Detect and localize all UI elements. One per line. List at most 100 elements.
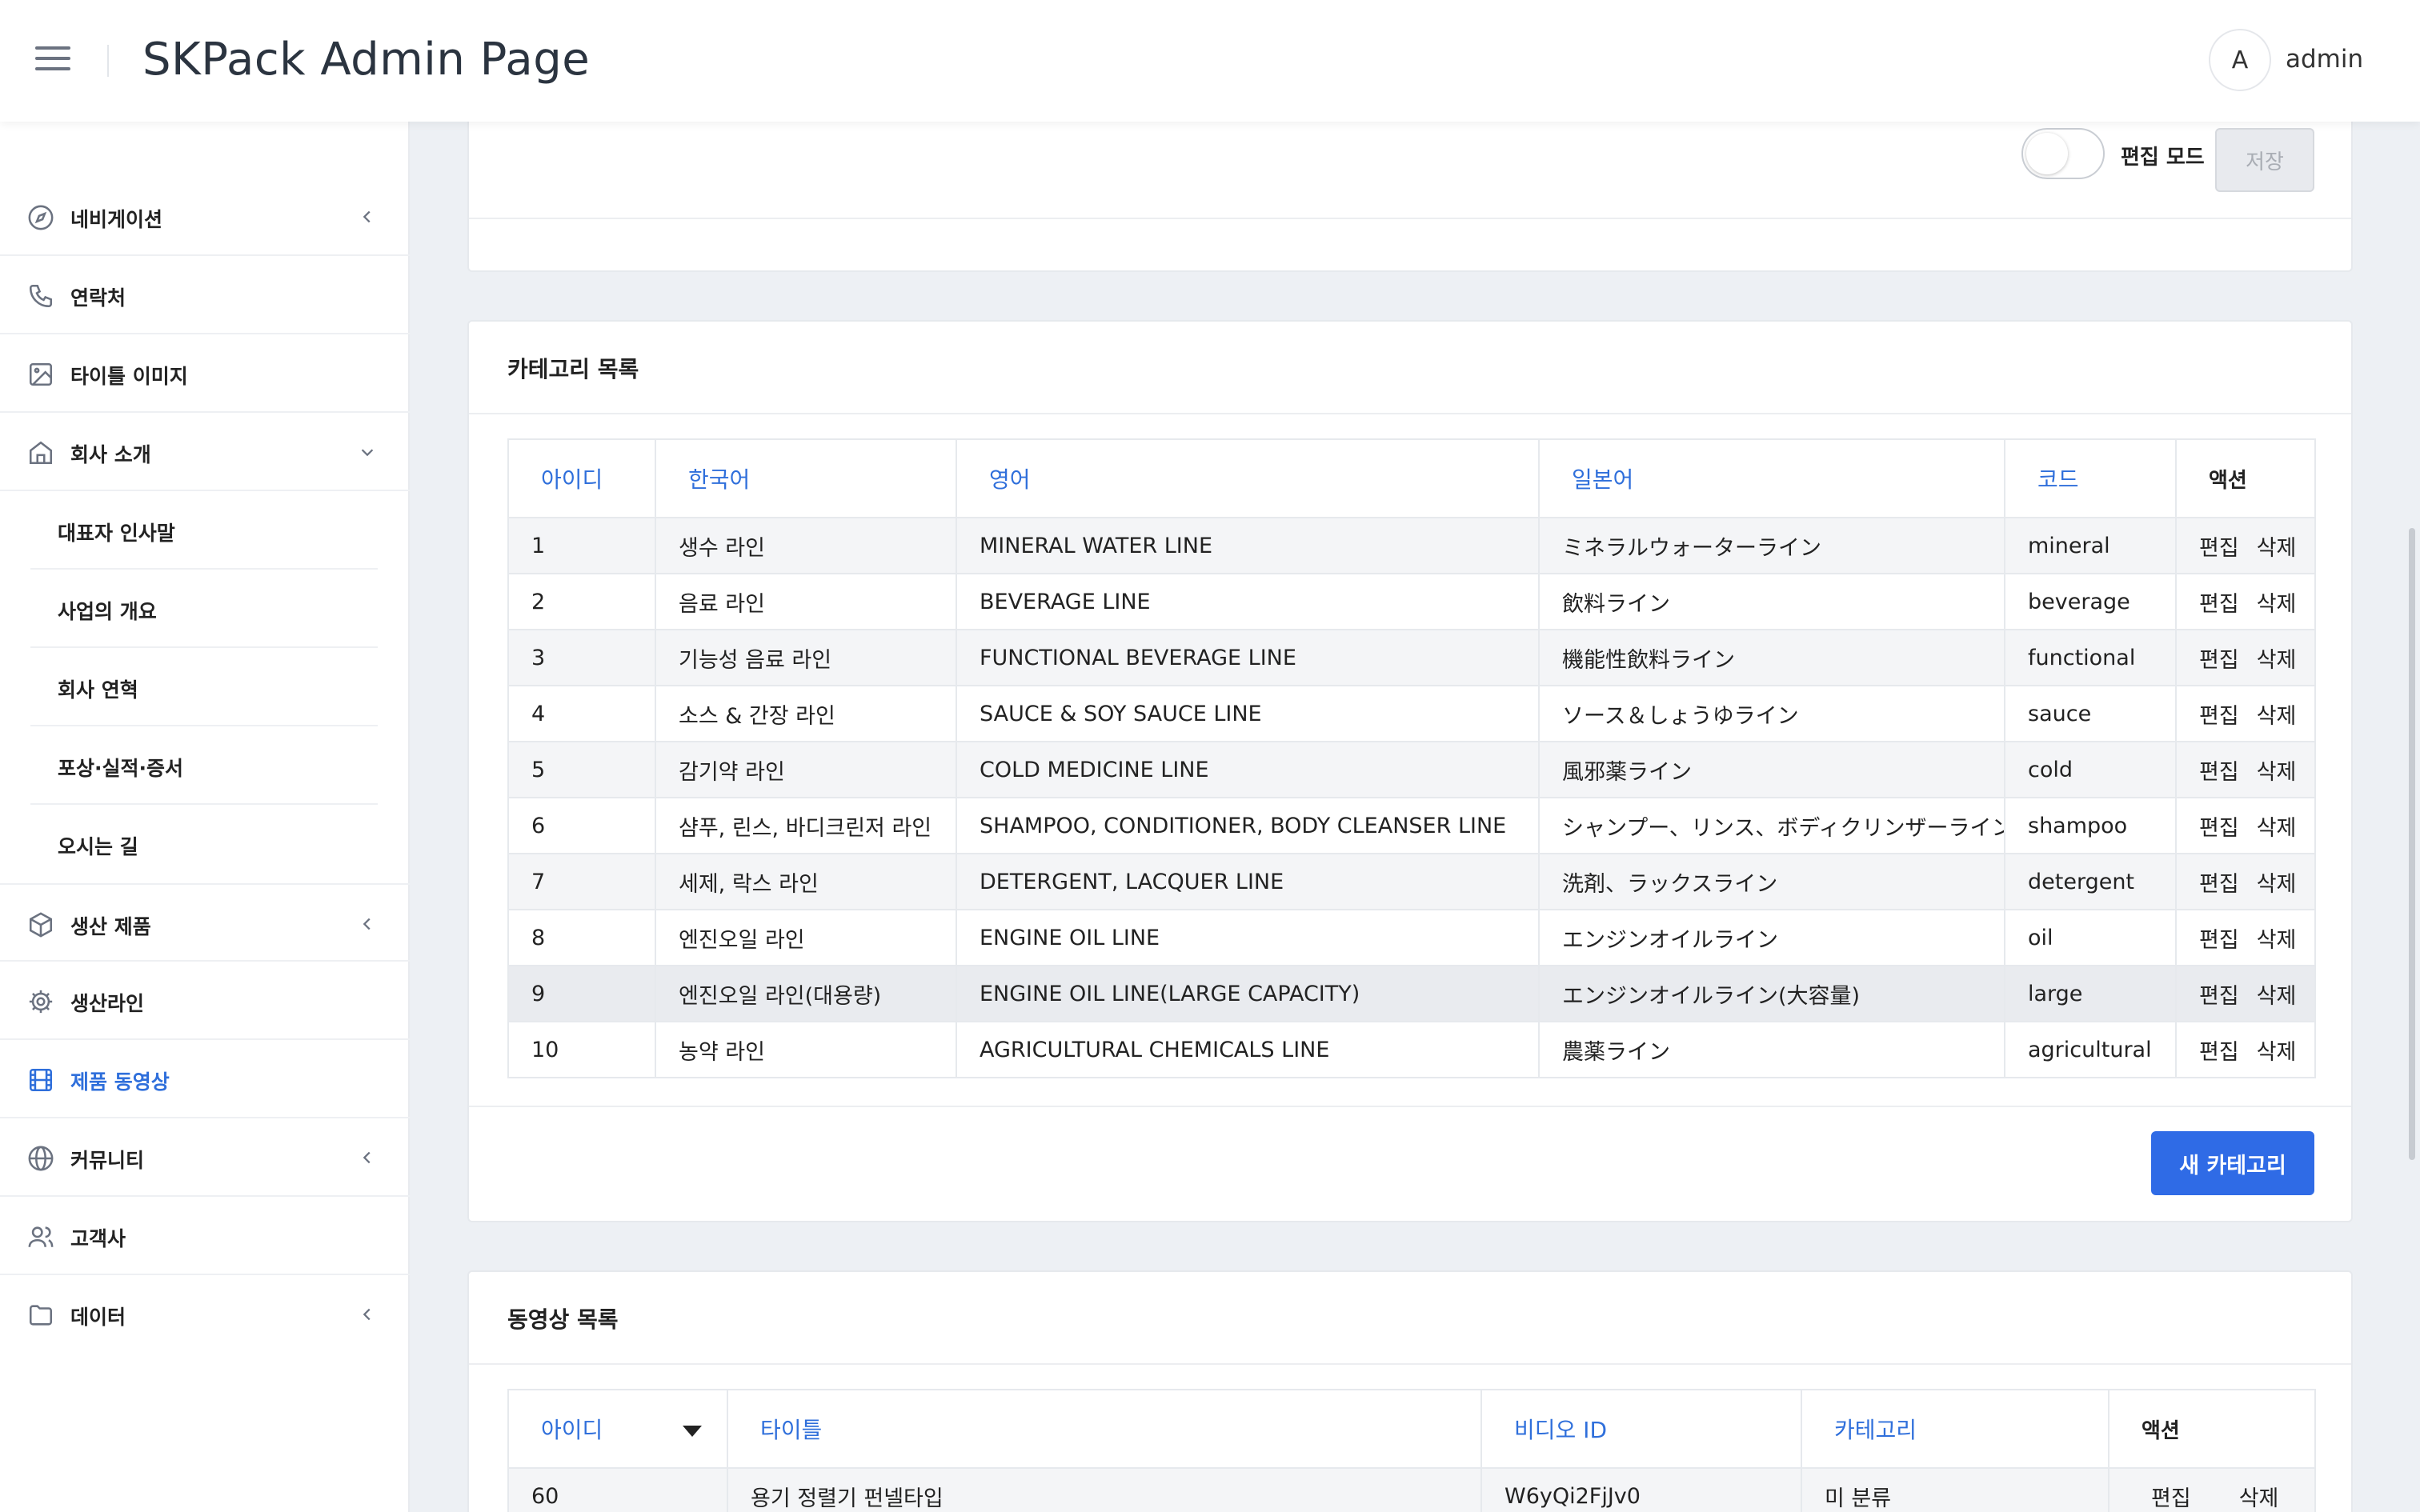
sidebar-item-label: 네비게이션 <box>70 208 163 231</box>
column-header-category[interactable]: 카테고리 <box>1801 1389 2109 1469</box>
edit-link[interactable]: 편집 <box>2199 984 2239 1009</box>
edit-link[interactable]: 편집 <box>2199 872 2239 897</box>
delete-link[interactable]: 삭제 <box>2239 1486 2279 1511</box>
sidebar-item-contact[interactable]: 연락처 <box>0 256 410 334</box>
edit-link[interactable]: 편집 <box>2199 536 2239 561</box>
sidebar-subitem-business-overview[interactable]: 사업의 개요 <box>30 570 378 648</box>
column-header-actions: 액션 <box>2175 438 2316 518</box>
delete-link[interactable]: 삭제 <box>2257 592 2297 617</box>
cell-japanese: エンジンオイルライン <box>1538 910 2005 966</box>
sidebar-item-product-videos[interactable]: 제품 동영상 <box>0 1040 410 1118</box>
cell-actions: 편집 삭제 <box>2108 1468 2316 1512</box>
sidebar-item-production-line[interactable]: 생산라인 <box>0 962 410 1040</box>
sidebar-subitem-ceo-greeting[interactable]: 대표자 인사말 <box>30 491 378 570</box>
sidebar-item-data[interactable]: 데이터 <box>0 1275 410 1354</box>
sidebar-item-navigation[interactable]: 네비게이션 <box>0 178 410 256</box>
cell-category: 미 분류 <box>1801 1468 2109 1512</box>
cell-japanese: ミネラルウォーターライン <box>1538 518 2005 574</box>
edit-link[interactable]: 편집 <box>2199 592 2239 617</box>
edit-mode-toggle[interactable] <box>2021 128 2105 179</box>
cell-actions: 편집 삭제 <box>2175 630 2316 686</box>
column-header-id[interactable]: 아이디 <box>507 438 656 518</box>
gear-icon <box>29 990 53 1014</box>
chevron-down-icon <box>361 449 374 457</box>
cell-title: 용기 정렬기 펀넬타입 <box>727 1468 1482 1512</box>
divider <box>469 1106 2351 1107</box>
compass-icon <box>28 205 54 230</box>
column-header-english[interactable]: 영어 <box>956 438 1540 518</box>
username[interactable]: admin <box>2286 45 2363 74</box>
avatar[interactable]: A <box>2209 29 2271 91</box>
save-button[interactable]: 저장 <box>2215 128 2314 192</box>
sidebar: 네비게이션 연락처 타이틀 이미지 회사 소개 대표자 인사말 사업의 개요 회… <box>0 122 410 1512</box>
chevron-left-icon <box>363 210 371 223</box>
column-header-id[interactable]: 아이디 <box>507 1389 728 1469</box>
cell-korean: 엔진오일 라인(대용량) <box>655 966 957 1022</box>
card-title: 카테고리 목록 <box>507 356 639 382</box>
cell-actions: 편집 삭제 <box>2175 966 2316 1022</box>
edit-link[interactable]: 편집 <box>2199 648 2239 673</box>
sidebar-subitem-awards[interactable]: 포상·실적·증서 <box>30 726 378 805</box>
sidebar-subitem-label: 오시는 길 <box>58 835 138 858</box>
edit-link[interactable]: 편집 <box>2199 760 2239 785</box>
sidebar-subitem-label: 사업의 개요 <box>58 600 157 623</box>
sort-desc-icon[interactable] <box>683 1426 703 1437</box>
sidebar-item-clients[interactable]: 고객사 <box>0 1197 410 1275</box>
edit-link[interactable]: 편집 <box>2151 1486 2191 1511</box>
edit-link[interactable]: 편집 <box>2199 704 2239 729</box>
delete-link[interactable]: 삭제 <box>2257 816 2297 841</box>
cell-id: 60 <box>507 1468 728 1512</box>
scrollbar[interactable] <box>2409 528 2415 1160</box>
cell-english: BEVERAGE LINE <box>956 574 1540 630</box>
column-header-code[interactable]: 코드 <box>2004 438 2177 518</box>
column-header-japanese[interactable]: 일본어 <box>1538 438 2005 518</box>
sidebar-subitem-label: 대표자 인사말 <box>58 522 175 545</box>
delete-link[interactable]: 삭제 <box>2257 536 2297 561</box>
globe-icon <box>28 1146 54 1171</box>
sidebar-item-products[interactable]: 생산 제품 <box>0 883 410 962</box>
sidebar-subitem-directions[interactable]: 오시는 길 <box>30 805 378 883</box>
delete-link[interactable]: 삭제 <box>2257 984 2297 1009</box>
chevron-left-icon <box>363 1151 371 1164</box>
table-row: 10 농약 라인 AGRICULTURAL CHEMICALS LINE 農薬ライン a… <box>507 1022 2316 1078</box>
column-header-video-id[interactable]: 비디오 ID <box>1480 1389 1802 1469</box>
cell-korean: 세제, 락스 라인 <box>655 854 957 910</box>
cell-code: cold <box>2004 742 2177 798</box>
sidebar-subitem-history[interactable]: 회사 연혁 <box>30 648 378 726</box>
menu-icon[interactable] <box>35 46 70 72</box>
folder-icon <box>29 1305 53 1326</box>
column-header-title[interactable]: 타이틀 <box>727 1389 1482 1469</box>
sidebar-item-label: 생산 제품 <box>70 915 151 938</box>
delete-link[interactable]: 삭제 <box>2257 760 2297 785</box>
column-header-label: 아이디 <box>541 1417 603 1443</box>
sidebar-item-company[interactable]: 회사 소개 <box>0 413 410 491</box>
table-row: 3 기능성 음료 라인 FUNCTIONAL BEVERAGE LINE 機能性飲料ラ… <box>507 630 2316 686</box>
sidebar-item-label: 커뮤니티 <box>70 1149 145 1172</box>
cell-code: detergent <box>2004 854 2177 910</box>
delete-link[interactable]: 삭제 <box>2257 872 2297 897</box>
column-header-actions: 액션 <box>2108 1389 2316 1469</box>
film-icon <box>29 1068 53 1092</box>
cell-actions: 편집 삭제 <box>2175 910 2316 966</box>
cell-id: 2 <box>507 574 656 630</box>
new-category-button[interactable]: 새 카테고리 <box>2151 1131 2314 1195</box>
delete-link[interactable]: 삭제 <box>2257 704 2297 729</box>
users-icon <box>28 1226 54 1247</box>
cell-korean: 기능성 음료 라인 <box>655 630 957 686</box>
sidebar-subitem-label: 포상·실적·증서 <box>58 757 183 780</box>
cell-english: SHAMPOO, CONDITIONER, BODY CLEANSER LINE <box>956 798 1540 854</box>
sidebar-item-community[interactable]: 커뮤니티 <box>0 1118 410 1197</box>
delete-link[interactable]: 삭제 <box>2257 1040 2297 1065</box>
page-title: SKPack Admin Page <box>142 34 591 86</box>
edit-link[interactable]: 편집 <box>2199 816 2239 841</box>
delete-link[interactable]: 삭제 <box>2257 648 2297 673</box>
delete-link[interactable]: 삭제 <box>2257 928 2297 953</box>
cell-id: 3 <box>507 630 656 686</box>
table-row: 9 엔진오일 라인(대용량) ENGINE OIL LINE(LARGE CAPAC… <box>507 966 2316 1022</box>
edit-link[interactable]: 편집 <box>2199 1040 2239 1065</box>
cell-code: shampoo <box>2004 798 2177 854</box>
sidebar-item-title-image[interactable]: 타이틀 이미지 <box>0 334 410 413</box>
column-header-korean[interactable]: 한국어 <box>655 438 957 518</box>
cell-actions: 편집 삭제 <box>2175 686 2316 742</box>
edit-link[interactable]: 편집 <box>2199 928 2239 953</box>
